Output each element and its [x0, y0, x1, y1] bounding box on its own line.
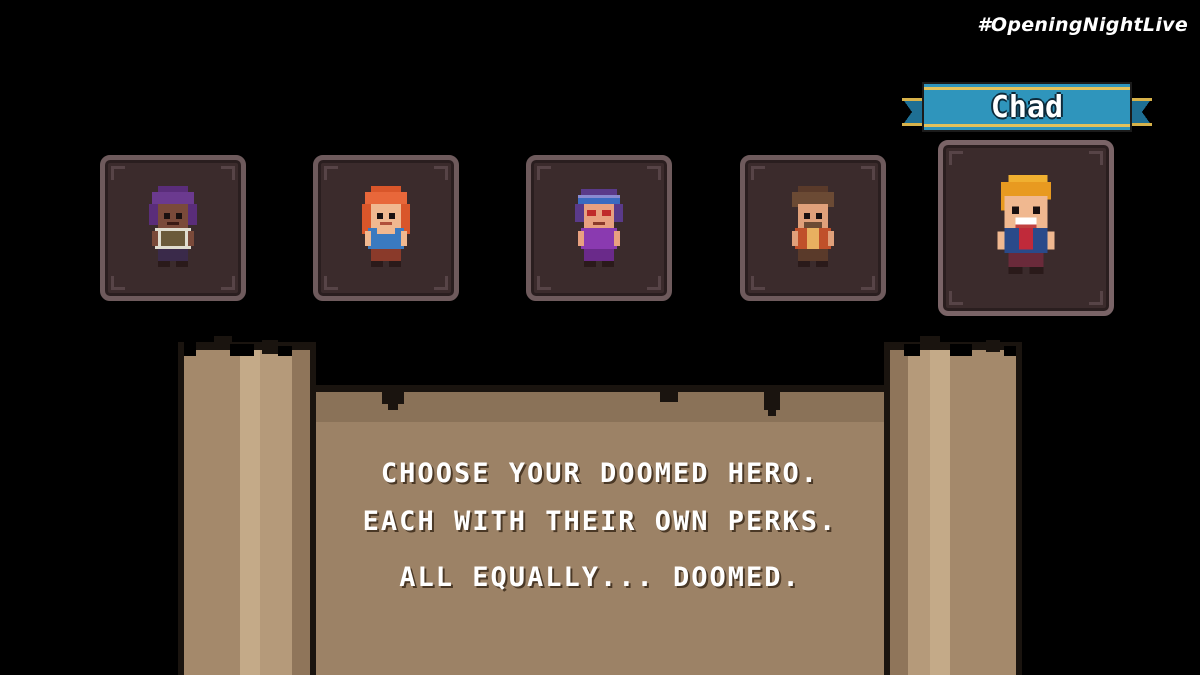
slot-corner: [861, 276, 875, 290]
hero-slot-3[interactable]: [526, 155, 672, 301]
purple-hair-hero-sprite: [149, 186, 197, 267]
slot-corner: [221, 276, 235, 290]
slot-corner: [647, 166, 661, 180]
message-line-1: CHOOSE YOUR DOOMED HERO.: [380, 458, 820, 489]
slot-corner: [647, 276, 661, 290]
slot-corner: [111, 276, 125, 290]
message-line-2: EACH WITH THEIR OWN PERKS.: [362, 506, 838, 537]
hero-slot-1[interactable]: [100, 155, 246, 301]
slot-corner: [111, 166, 125, 180]
slot-corner: [434, 166, 448, 180]
slot-corner: [949, 151, 963, 165]
slot-corner: [434, 276, 448, 290]
slot-corner: [861, 166, 875, 180]
slot-corner: [1089, 151, 1103, 165]
brown-hair-hero-sprite: [792, 186, 834, 267]
selected-hero-name: Chad: [990, 89, 1064, 125]
event-hashtag: #OpeningNightLive: [977, 14, 1188, 36]
slot-corner: [949, 291, 963, 305]
slot-corner: [324, 166, 338, 180]
slot-corner: [1089, 291, 1103, 305]
slot-corner: [324, 276, 338, 290]
scroll-message: CHOOSE YOUR DOOMED HERO. EACH WITH THEIR…: [320, 450, 880, 602]
slot-corner: [537, 276, 551, 290]
red-hair-hero-sprite: [362, 186, 410, 267]
hero-slot-5-selected[interactable]: [938, 140, 1114, 316]
slot-corner: [221, 166, 235, 180]
slot-corner: [537, 166, 551, 180]
hero-slot-2[interactable]: [313, 155, 459, 301]
chad-hero-sprite: [997, 174, 1055, 275]
slot-corner: [751, 276, 765, 290]
hero-slot-4[interactable]: [740, 155, 886, 301]
slot-corner: [751, 166, 765, 180]
selected-hero-name-banner: Chad: [902, 78, 1152, 138]
message-line-3: ALL EQUALLY... DOOMED.: [399, 562, 801, 593]
headband-hero-sprite: [575, 189, 623, 267]
